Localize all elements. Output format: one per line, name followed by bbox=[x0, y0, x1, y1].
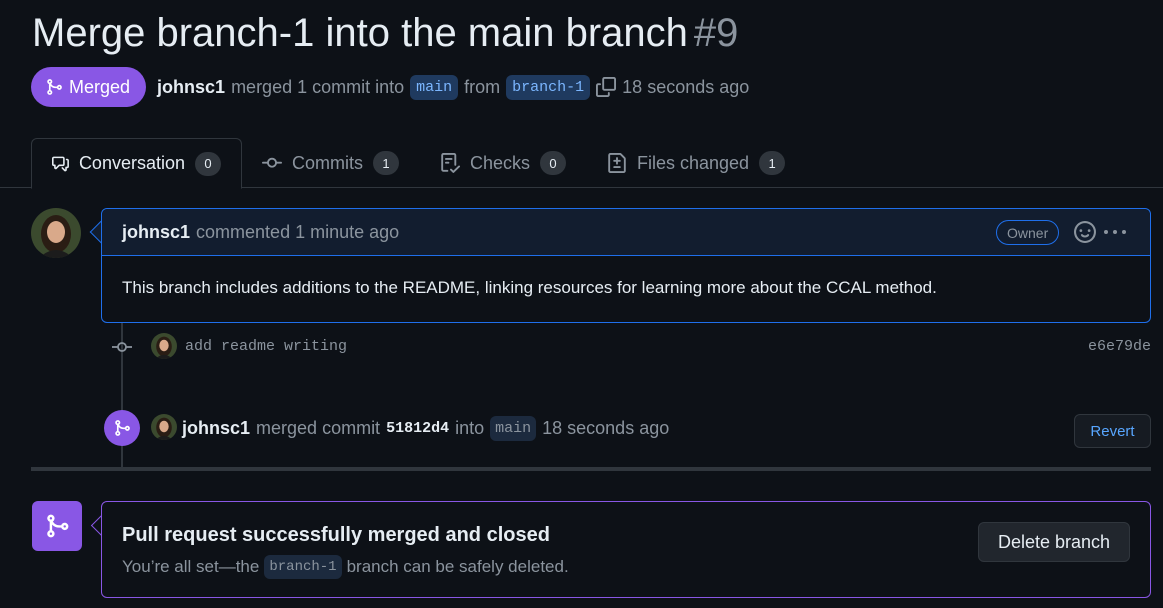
pr-time: 18 seconds ago bbox=[622, 76, 750, 97]
merged-title: Pull request successfully merged and clo… bbox=[122, 524, 550, 546]
merged-sub-suffix: branch can be safely deleted. bbox=[346, 557, 569, 576]
git-merge-icon bbox=[115, 420, 130, 436]
tab-label: Files changed bbox=[637, 152, 750, 173]
state-label: Merged bbox=[69, 76, 131, 97]
delete-branch-button[interactable]: Delete branch bbox=[978, 522, 1130, 562]
tab-count: 1 bbox=[373, 151, 399, 175]
tab-files-changed[interactable]: Files changed 1 bbox=[587, 138, 805, 188]
git-merge-icon bbox=[47, 514, 69, 538]
commit-sha-link[interactable]: e6e79de bbox=[1088, 338, 1151, 355]
merged-status-icon bbox=[32, 501, 82, 551]
tab-count: 0 bbox=[540, 151, 567, 175]
owner-badge: Owner bbox=[996, 220, 1060, 245]
pr-title-text: Merge branch-1 into the main branch bbox=[32, 11, 688, 55]
pr-meta: Merged johnsc1 merged 1 commit into main… bbox=[31, 67, 749, 107]
base-branch-label[interactable]: main bbox=[410, 74, 459, 100]
merged-status-box: Pull request successfully merged and clo… bbox=[101, 501, 1151, 598]
git-commit-icon bbox=[262, 157, 282, 168]
tab-label: Checks bbox=[470, 152, 531, 173]
git-merge-icon bbox=[47, 79, 62, 95]
tab-label: Commits bbox=[292, 152, 363, 173]
merged-state-badge: Merged bbox=[31, 67, 147, 107]
git-commit-icon bbox=[112, 340, 132, 354]
merge-action: merged commit bbox=[256, 418, 381, 438]
comment-body: This branch includes additions to the RE… bbox=[122, 278, 937, 297]
merge-time: 18 seconds ago bbox=[542, 418, 670, 438]
file-diff-icon bbox=[608, 153, 626, 173]
pr-title: Merge branch-1 into the main branch #9 bbox=[32, 10, 738, 56]
merge-event-badge bbox=[104, 410, 140, 446]
tab-checks[interactable]: Checks 0 bbox=[420, 138, 586, 188]
copy-icon[interactable] bbox=[596, 77, 617, 97]
tab-label: Conversation bbox=[78, 153, 185, 173]
merged-subtitle: You’re all set—the branch-1 branch can b… bbox=[122, 555, 569, 579]
revert-button[interactable]: Revert bbox=[1074, 414, 1151, 448]
timeline-divider bbox=[31, 467, 1151, 471]
comment-action: commented 1 minute ago bbox=[196, 221, 400, 242]
tab-count: 1 bbox=[759, 151, 786, 175]
tab-commits[interactable]: Commits 1 bbox=[242, 138, 419, 188]
merger-name[interactable]: johnsc1 bbox=[182, 418, 250, 439]
merger-avatar[interactable] bbox=[151, 414, 177, 440]
merge-commit-sha[interactable]: 51812d4 bbox=[386, 420, 449, 437]
pr-author-link[interactable]: johnsc1 bbox=[157, 77, 225, 98]
comment-author[interactable]: johnsc1 bbox=[122, 222, 190, 243]
comment-author-avatar[interactable] bbox=[31, 208, 81, 258]
pr-number: #9 bbox=[693, 11, 739, 55]
checklist-icon bbox=[441, 153, 460, 173]
from-text: from bbox=[464, 76, 501, 97]
commit-message-link[interactable]: add readme writing bbox=[185, 338, 347, 355]
merge-summary: johnsc1 merged 1 commit into main from b… bbox=[157, 74, 750, 100]
comment-header: johnsc1 commented 1 minute ago Owner bbox=[102, 209, 1150, 256]
merged-text: merged 1 commit into bbox=[231, 76, 405, 97]
into-text: into bbox=[455, 418, 485, 438]
pr-description-comment: johnsc1 commented 1 minute ago Owner Thi… bbox=[101, 208, 1151, 323]
merge-event-text: johnsc1 merged commit 51812d4 into main … bbox=[182, 416, 669, 441]
commit-author-avatar[interactable] bbox=[151, 333, 177, 359]
head-branch-label[interactable]: branch-1 bbox=[506, 74, 591, 100]
pr-tabs: Conversation 0 Commits 1 Checks 0 Files … bbox=[0, 138, 1163, 189]
merge-event: johnsc1 merged commit 51812d4 into main … bbox=[0, 408, 1163, 448]
merged-sub-prefix: You’re all set—the bbox=[122, 557, 260, 576]
kebab-horizontal-icon[interactable] bbox=[1103, 222, 1127, 242]
merge-target-branch[interactable]: main bbox=[490, 416, 537, 441]
comment-discussion-icon bbox=[52, 156, 69, 171]
deletable-branch-label: branch-1 bbox=[264, 555, 342, 579]
commit-item: add readme writing e6e79de bbox=[0, 330, 1163, 364]
tab-count: 0 bbox=[195, 151, 221, 176]
smiley-icon[interactable] bbox=[1074, 221, 1096, 243]
tab-conversation[interactable]: Conversation 0 bbox=[31, 138, 242, 189]
